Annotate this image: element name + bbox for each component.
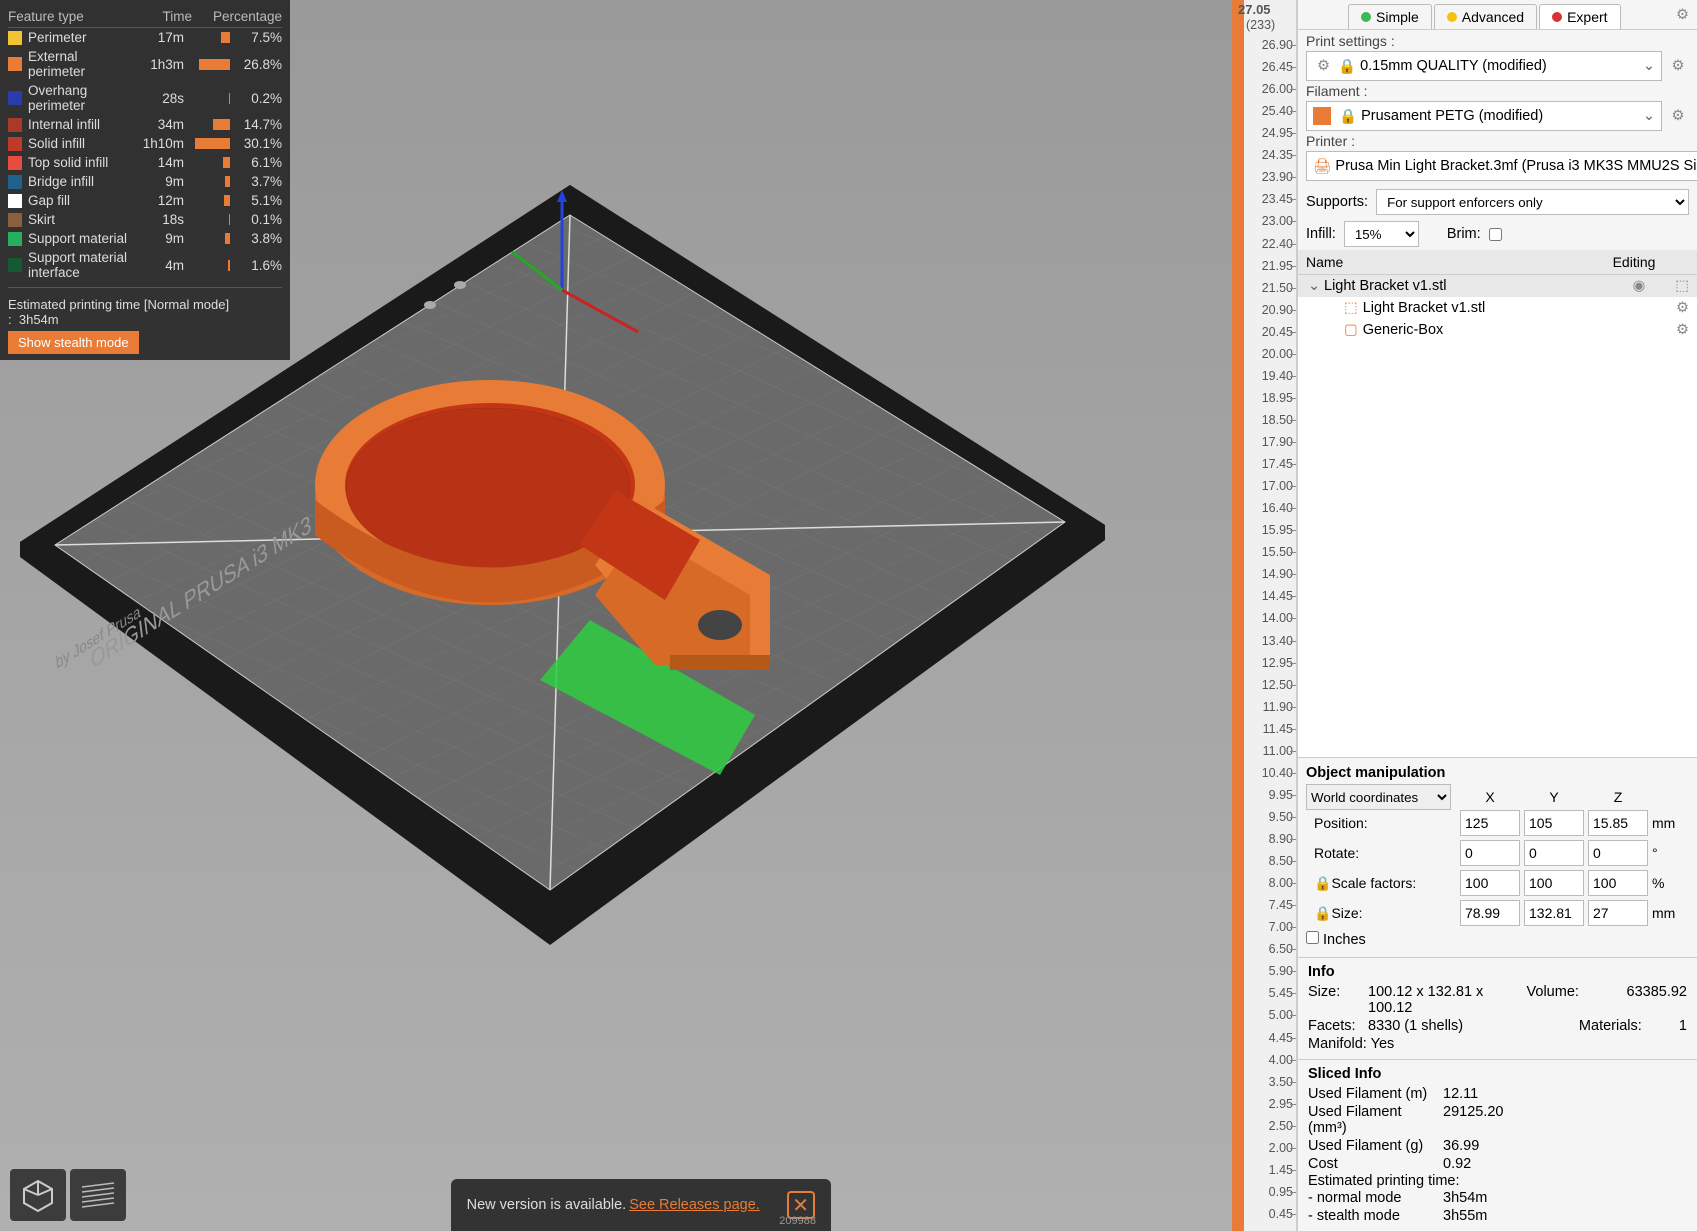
reset-icon[interactable]: ↻ (1691, 845, 1697, 862)
legend-row: Perimeter17m7.5% (8, 28, 282, 47)
layer-ruler[interactable]: 27.05 (233) 26.9026.4526.0025.4024.9524.… (1232, 0, 1297, 1231)
input-3-z[interactable] (1588, 900, 1648, 926)
filament-dropdown[interactable]: 🔒 Prusament PETG (modified)⌄ (1306, 101, 1662, 131)
mode-expert-tab[interactable]: Expert (1539, 4, 1620, 29)
view-iso-icon[interactable] (10, 1169, 66, 1221)
mode-simple-tab[interactable]: Simple (1348, 4, 1432, 29)
visibility-icon[interactable]: ◉ (1633, 278, 1646, 294)
input-0-y[interactable] (1524, 810, 1584, 836)
legend-row: External perimeter1h3m26.8% (8, 47, 282, 81)
input-0-z[interactable] (1588, 810, 1648, 836)
edit-icon[interactable]: ⚙ (1676, 300, 1689, 316)
input-2-y[interactable] (1524, 870, 1584, 896)
tree-row[interactable]: ⬚Light Bracket v1.stl⚙ (1298, 297, 1697, 319)
reset-icon[interactable]: ↻ (1691, 875, 1697, 892)
input-1-z[interactable] (1588, 840, 1648, 866)
print-settings-edit-icon[interactable]: ⚙ (1667, 55, 1689, 77)
supports-dropdown[interactable]: For support enforcers only (1376, 189, 1689, 215)
brim-checkbox[interactable] (1489, 228, 1502, 241)
mode-advanced-tab[interactable]: Advanced (1434, 4, 1537, 29)
footer-number: 209988 (779, 1215, 816, 1227)
printer-dropdown[interactable]: 🖨 Prusa Min Light Bracket.3mf (Prusa i3 … (1306, 151, 1697, 181)
input-3-y[interactable] (1524, 900, 1584, 926)
edit-icon[interactable]: ⚙ (1676, 322, 1689, 338)
input-0-x[interactable] (1460, 810, 1520, 836)
input-1-x[interactable] (1460, 840, 1520, 866)
legend-row: Overhang perimeter28s0.2% (8, 81, 282, 115)
object-tree[interactable]: ⌄Light Bracket v1.stl◉⬚⬚Light Bracket v1… (1298, 275, 1697, 757)
tree-row[interactable]: ⌄Light Bracket v1.stl◉⬚ (1298, 275, 1697, 297)
print-settings-dropdown[interactable]: ⚙🔒 0.15mm QUALITY (modified)⌄ (1306, 51, 1662, 81)
settings-gear-icon[interactable]: ⚙ (1676, 7, 1689, 23)
reset-icon[interactable]: ↻ (1691, 815, 1697, 832)
infill-dropdown[interactable]: 15% (1344, 221, 1419, 247)
build-plate: ORIGINAL PRUSA i3 MK3 by Josef Prusa (0, 170, 1160, 1040)
right-panel: ⚙ Simple Advanced Expert Print settings … (1297, 0, 1697, 1231)
releases-link[interactable]: See Releases page. (629, 1197, 760, 1213)
legend-row: Internal infill34m14.7% (8, 115, 282, 134)
filament-edit-icon[interactable]: ⚙ (1667, 105, 1689, 127)
viewport-3d[interactable]: Feature type Time Percentage Perimeter17… (0, 0, 1232, 1231)
tree-row[interactable]: ▢Generic-Box⚙ (1298, 319, 1697, 341)
edit-icon[interactable]: ⬚ (1675, 278, 1689, 294)
input-2-z[interactable] (1588, 870, 1648, 896)
coord-system-dropdown[interactable]: World coordinates (1306, 784, 1451, 810)
input-1-y[interactable] (1524, 840, 1584, 866)
view-layers-icon[interactable] (70, 1169, 126, 1221)
inches-checkbox[interactable] (1306, 931, 1319, 944)
legend-row: Solid infill1h10m30.1% (8, 134, 282, 153)
input-3-x[interactable] (1460, 900, 1520, 926)
input-2-x[interactable] (1460, 870, 1520, 896)
update-notification: New version is available. See Releases p… (451, 1179, 831, 1231)
